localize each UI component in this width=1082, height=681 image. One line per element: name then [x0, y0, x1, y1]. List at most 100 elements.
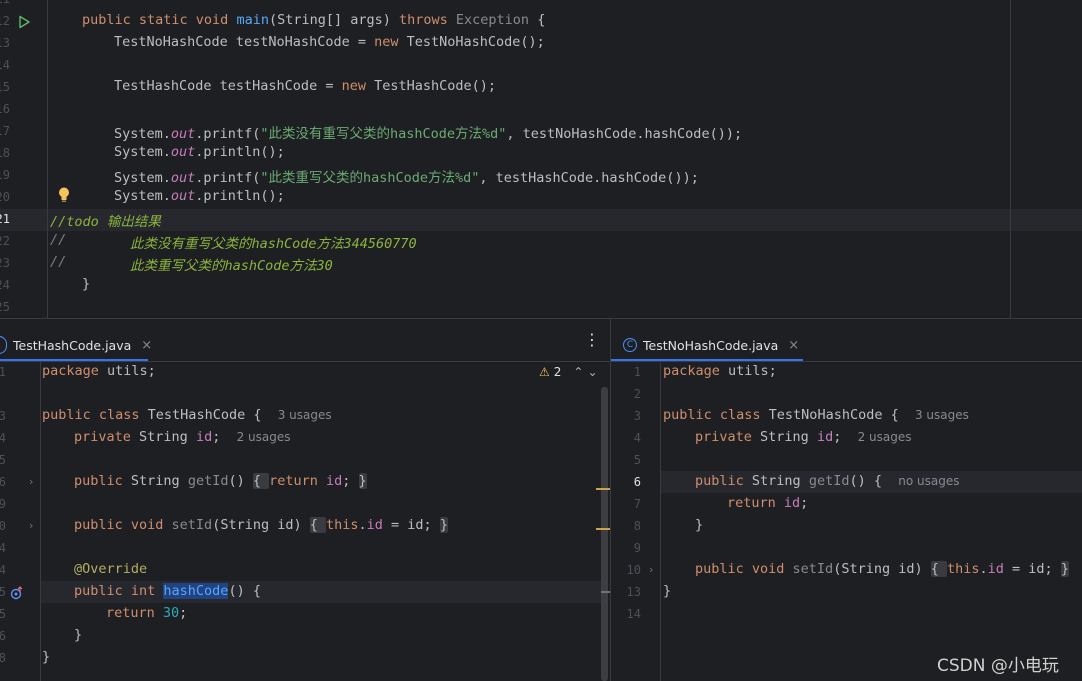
line-number: 22 [0, 234, 10, 248]
override-method-icon[interactable] [10, 585, 24, 600]
line-number: 14 [626, 607, 641, 621]
active-tab-underline [0, 359, 148, 361]
line-number: 1 [0, 365, 6, 379]
line-number: 15 [0, 80, 10, 94]
tab-testhashcode[interactable]: TestHashCode.java × [0, 329, 152, 361]
line-number: 20 [0, 190, 10, 204]
line-number: 8 [633, 519, 641, 533]
code-line-12: public static void main(String[] args) t… [82, 12, 546, 28]
code-line-1: package utils; [42, 363, 156, 379]
code-line-20: System.out.println(); [114, 188, 285, 204]
code-line-22-text: 此类没有重写父类的hashCode方法344560770 [130, 236, 417, 252]
warning-count: 2 [553, 365, 562, 379]
code-line-4: private String id; 2 usages [74, 429, 291, 445]
line-number: 25 [0, 300, 10, 314]
line-number: 17 [0, 124, 10, 138]
usages-hint[interactable]: 2 usages [858, 430, 912, 444]
current-line-highlight [0, 209, 1082, 231]
code-line-19: System.out.printf("此类重写父类的hashCode方法%d",… [114, 170, 699, 186]
code-line-13: TestNoHashCode testNoHashCode = new Test… [114, 34, 545, 50]
line-number: 10 [0, 519, 6, 533]
line-number: 10 [626, 563, 641, 577]
fold-chevron-icon[interactable]: › [29, 475, 33, 488]
right-margin-guide [1010, 0, 1011, 318]
code-line-1: package utils; [663, 363, 777, 379]
line-number: 14 [0, 563, 6, 577]
fold-chevron-icon[interactable]: › [649, 563, 653, 576]
code-line-10: public void setId(String id) { this.id =… [695, 561, 1069, 577]
line-number: 18 [0, 651, 6, 665]
code-line-23-text: 此类重写父类的hashCode方法30 [130, 258, 333, 274]
inspection-widget[interactable]: ⚠ 2 ⌃ ⌄ [539, 365, 598, 379]
java-class-icon: C [623, 338, 637, 352]
usages-hint[interactable]: 2 usages [237, 430, 291, 444]
fold-chevron-icon[interactable]: › [29, 519, 33, 532]
line-number: 14 [0, 58, 10, 72]
usages-hint[interactable]: 3 usages [278, 408, 332, 422]
code-line-17: System.out.printf("此类没有重写父类的hashCode方法%d… [114, 126, 743, 142]
code-line-19: } [42, 649, 51, 665]
line-number: 13 [626, 585, 641, 599]
usages-hint[interactable]: 3 usages [915, 408, 969, 422]
top-editor: 11 12 13 14 15 16 17 18 19 20 21 22 23 2… [0, 0, 1082, 318]
code-line-10: public void setId(String id) { this.id =… [74, 517, 448, 533]
line-number: 3 [633, 409, 641, 423]
code-line-18: } [74, 627, 83, 643]
code-line-15: @Override [74, 561, 148, 577]
line-number: 1 [633, 365, 641, 379]
watermark: CSDN @小电玩 [937, 656, 1059, 676]
line-number: 3 [0, 409, 6, 423]
line-number: 5 [0, 453, 6, 467]
code-line-6: public String getId() { no usages [695, 473, 960, 489]
code-line-17: return 30; [106, 605, 188, 621]
left-editor: TestHashCode.java × ⋮ ⚠ 2 ⌃ ⌄ 1 3 4 5 6 … [0, 319, 610, 681]
next-issue-icon[interactable]: ⌄ [587, 365, 597, 379]
line-number: 12 [0, 14, 10, 28]
line-number: 9 [0, 497, 6, 511]
prev-issue-icon[interactable]: ⌃ [573, 365, 583, 379]
right-editor: C TestNoHashCode.java × 1 2 3 4 5 6 7 8 … [611, 319, 1082, 681]
code-line-4: private String id; 2 usages [695, 429, 912, 445]
close-tab-icon[interactable]: × [788, 338, 799, 353]
line-number: 6 [0, 475, 6, 489]
line-number: 7 [633, 497, 641, 511]
tab-testnohashcode[interactable]: C TestNoHashCode.java × [623, 329, 799, 361]
line-number: 15 [0, 585, 6, 599]
intention-bulb-icon[interactable] [57, 186, 71, 204]
run-main-icon[interactable] [17, 14, 31, 29]
code-line-24: } [82, 276, 91, 292]
ide-window: 11 12 13 14 15 16 17 18 19 20 21 22 23 2… [0, 0, 1082, 681]
line-number: 15 [0, 607, 6, 621]
code-line-6: public String getId() { return id; } [74, 473, 367, 489]
line-number: 2 [633, 387, 641, 401]
top-gutter-separator [47, 0, 48, 318]
tab-label: TestHashCode.java [13, 337, 132, 353]
code-line-22: // [50, 232, 67, 248]
line-number-current: 21 [0, 212, 10, 226]
left-tab-bar: TestHashCode.java × ⋮ [0, 319, 610, 362]
right-gutter-separator [660, 362, 661, 681]
line-number: 13 [0, 36, 10, 50]
close-tab-icon[interactable]: × [141, 338, 152, 353]
code-line-7: return id; [727, 495, 809, 511]
tab-label: TestNoHashCode.java [643, 337, 779, 353]
usages-hint[interactable]: no usages [898, 474, 959, 488]
line-number: 4 [633, 431, 641, 445]
line-number: 4 [0, 431, 6, 445]
code-line-3: public class TestNoHashCode { 3 usages [663, 407, 969, 423]
line-number: 9 [633, 541, 641, 555]
left-gutter-separator [40, 362, 41, 681]
warning-marker[interactable] [596, 528, 610, 530]
code-line-13: } [663, 583, 672, 599]
line-number: 19 [0, 168, 10, 182]
line-number: 18 [0, 146, 10, 160]
right-tab-bar: C TestNoHashCode.java × [611, 319, 1082, 362]
warning-marker[interactable] [596, 488, 610, 490]
line-number-current: 6 [633, 475, 641, 489]
more-options-icon[interactable]: ⋮ [584, 330, 600, 349]
line-number: 23 [0, 256, 10, 270]
line-number: 16 [0, 102, 10, 116]
line-number: 14 [0, 541, 6, 555]
scrollbar-track[interactable] [601, 387, 608, 681]
warning-icon: ⚠ [539, 365, 550, 379]
